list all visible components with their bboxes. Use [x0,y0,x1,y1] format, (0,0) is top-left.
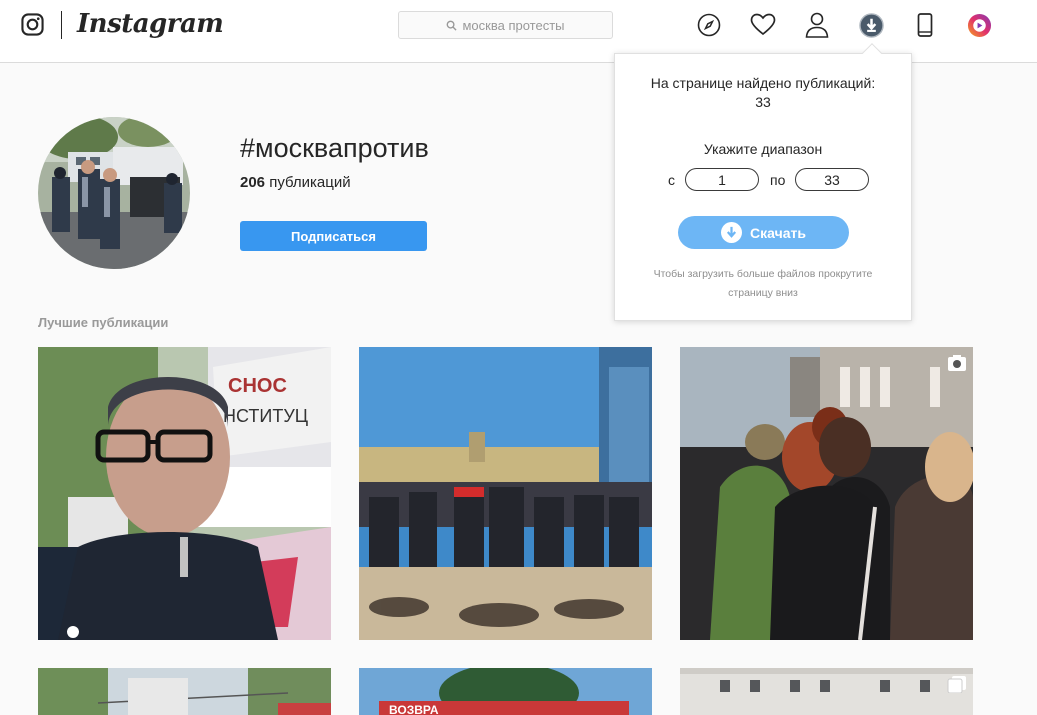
posts-count: 206 публикаций [240,174,351,191]
logo-divider [61,11,62,39]
range-to-input[interactable] [795,168,869,191]
svg-text:ВОЗВРА: ВОЗВРА [389,703,439,715]
hashtag-avatar [38,117,190,269]
post-tile[interactable]: СНОС НСТИТУЦ [38,347,331,640]
posts-label: публикаций [269,174,351,191]
range-from-input[interactable] [685,168,759,191]
profile-icon[interactable] [804,12,830,38]
post-tile[interactable] [38,668,331,715]
camera-badge-icon [947,354,967,372]
top-posts-heading: Лучшие публикации [38,315,169,330]
post-tile[interactable] [359,347,652,640]
download-popup: На странице найдено публикаций: 33 Укажи… [614,53,912,321]
found-label: На странице найдено публикаций: [650,75,876,91]
phone-icon[interactable] [912,12,938,38]
instagram-wordmark[interactable]: Instagram [77,9,224,39]
download-arrow-icon [721,222,743,243]
download-extension-icon[interactable] [858,12,884,38]
range-to-label: по [770,172,786,188]
found-count: 33 [755,94,771,110]
post-tile[interactable]: ВОЗВРА [359,668,652,715]
svg-text:НСТИТУЦ: НСТИТУЦ [223,406,308,426]
scroll-hint: Чтобы загрузить больше файлов прокрутите… [653,268,873,299]
download-button[interactable]: Скачать [678,216,849,249]
search-placeholder: москва протесты [462,17,565,33]
range-label: Укажите диапазон [703,141,823,157]
video-extension-icon[interactable] [966,12,992,38]
heart-icon[interactable] [750,12,776,38]
compass-icon[interactable] [696,12,722,38]
range-from-label: с [668,172,675,188]
follow-button[interactable]: Подписаться [240,221,427,251]
posts-number: 206 [240,174,266,191]
svg-text:СНОС: СНОС [228,375,287,397]
hashtag-title: #москвапротив [240,133,429,163]
gallery-badge-icon [947,675,967,694]
post-tile[interactable] [680,668,973,715]
range-row: с по [615,168,911,192]
download-button-label: Скачать [750,224,806,241]
post-tile[interactable] [680,347,973,640]
search-icon [447,20,458,31]
search-input[interactable]: москва протесты [398,11,613,39]
instagram-camera-icon[interactable] [21,13,44,36]
